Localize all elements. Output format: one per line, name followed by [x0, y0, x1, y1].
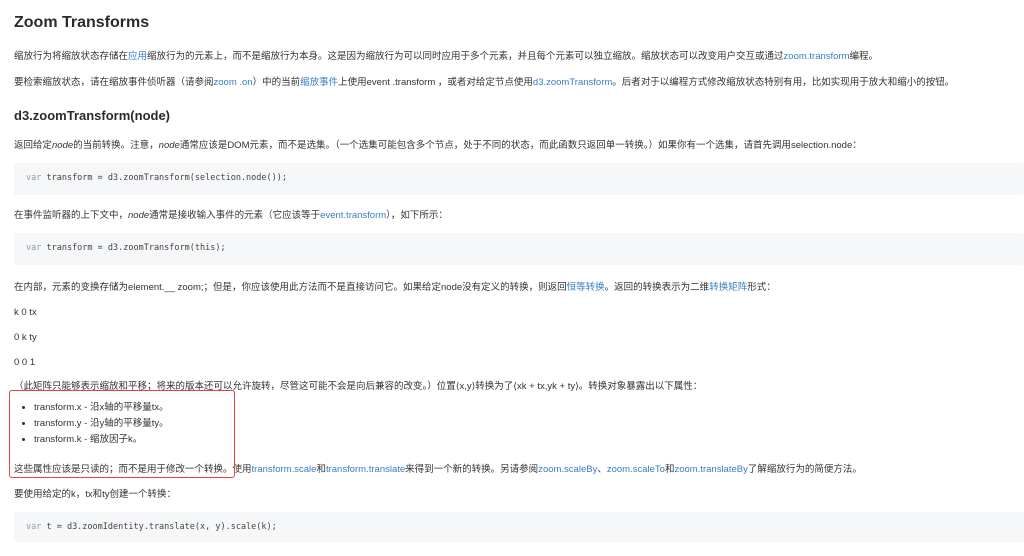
link-apply[interactable]: 应用 [128, 51, 147, 62]
code-block-3: var t = d3.zoomIdentity.translate(x, y).… [14, 512, 1024, 542]
link-identity-transform[interactable]: 恒等转换 [567, 282, 605, 293]
link-zoom-scaleby[interactable]: zoom.scaleBy [538, 464, 597, 475]
description-6: 要使用给定的k，tx和ty创建一个转换： [14, 489, 177, 500]
intro-paragraph-1: 缩放行为将缩放状态存储在应用缩放行为的元素上，而不是缩放行为本身。这是因为缩放行… [14, 51, 879, 62]
annotation-highlight-box [9, 390, 235, 478]
doc-page: Zoom Transforms 缩放行为将缩放状态存储在应用缩放行为的元素上，而… [0, 0, 1024, 556]
section-title: d3.zoomTransform(node) [14, 108, 171, 123]
link-zoom-transform[interactable]: zoom.transform [784, 51, 850, 62]
link-d3-zoomtransform[interactable]: d3.zoomTransform [533, 77, 612, 88]
link-zoom-event[interactable]: 缩放事件 [300, 77, 338, 88]
link-zoom-translateby[interactable]: zoom.translateBy [674, 464, 747, 475]
link-event-transform[interactable]: event.transform [320, 210, 386, 221]
description-2: 在事件监听器的上下文中，node通常是接收输入事件的元素（它应该等于event.… [14, 210, 448, 221]
link-zoom-on[interactable]: zoom .on [214, 77, 253, 88]
matrix-row-2: 0 k ty [14, 332, 37, 343]
link-transform-scale[interactable]: transform.scale [252, 464, 317, 475]
matrix-row-1: k 0 tx [14, 307, 37, 318]
link-transform-translate[interactable]: transform.translate [326, 464, 405, 475]
code-block-1: var transform = d3.zoomTransform(selecti… [14, 163, 1024, 195]
link-zoom-scaleto[interactable]: zoom.scaleTo [607, 464, 665, 475]
description-1: 返回给定node的当前转换。注意，node通常应该是DOM元素，而不是选集。（一… [14, 140, 862, 151]
page-title: Zoom Transforms [14, 14, 150, 31]
code-block-2: var transform = d3.zoomTransform(this); [14, 233, 1024, 265]
intro-paragraph-2: 要检索缩放状态，请在缩放事件侦听器（请参阅zoom .on）中的当前缩放事件上使… [14, 77, 955, 88]
description-3: 在内部，元素的变换存储为element.__ zoom;；但是，你应该使用此方法… [14, 282, 776, 293]
link-transform-matrix[interactable]: 转换矩阵 [709, 282, 747, 293]
matrix-row-3: 0 0 1 [14, 357, 36, 368]
